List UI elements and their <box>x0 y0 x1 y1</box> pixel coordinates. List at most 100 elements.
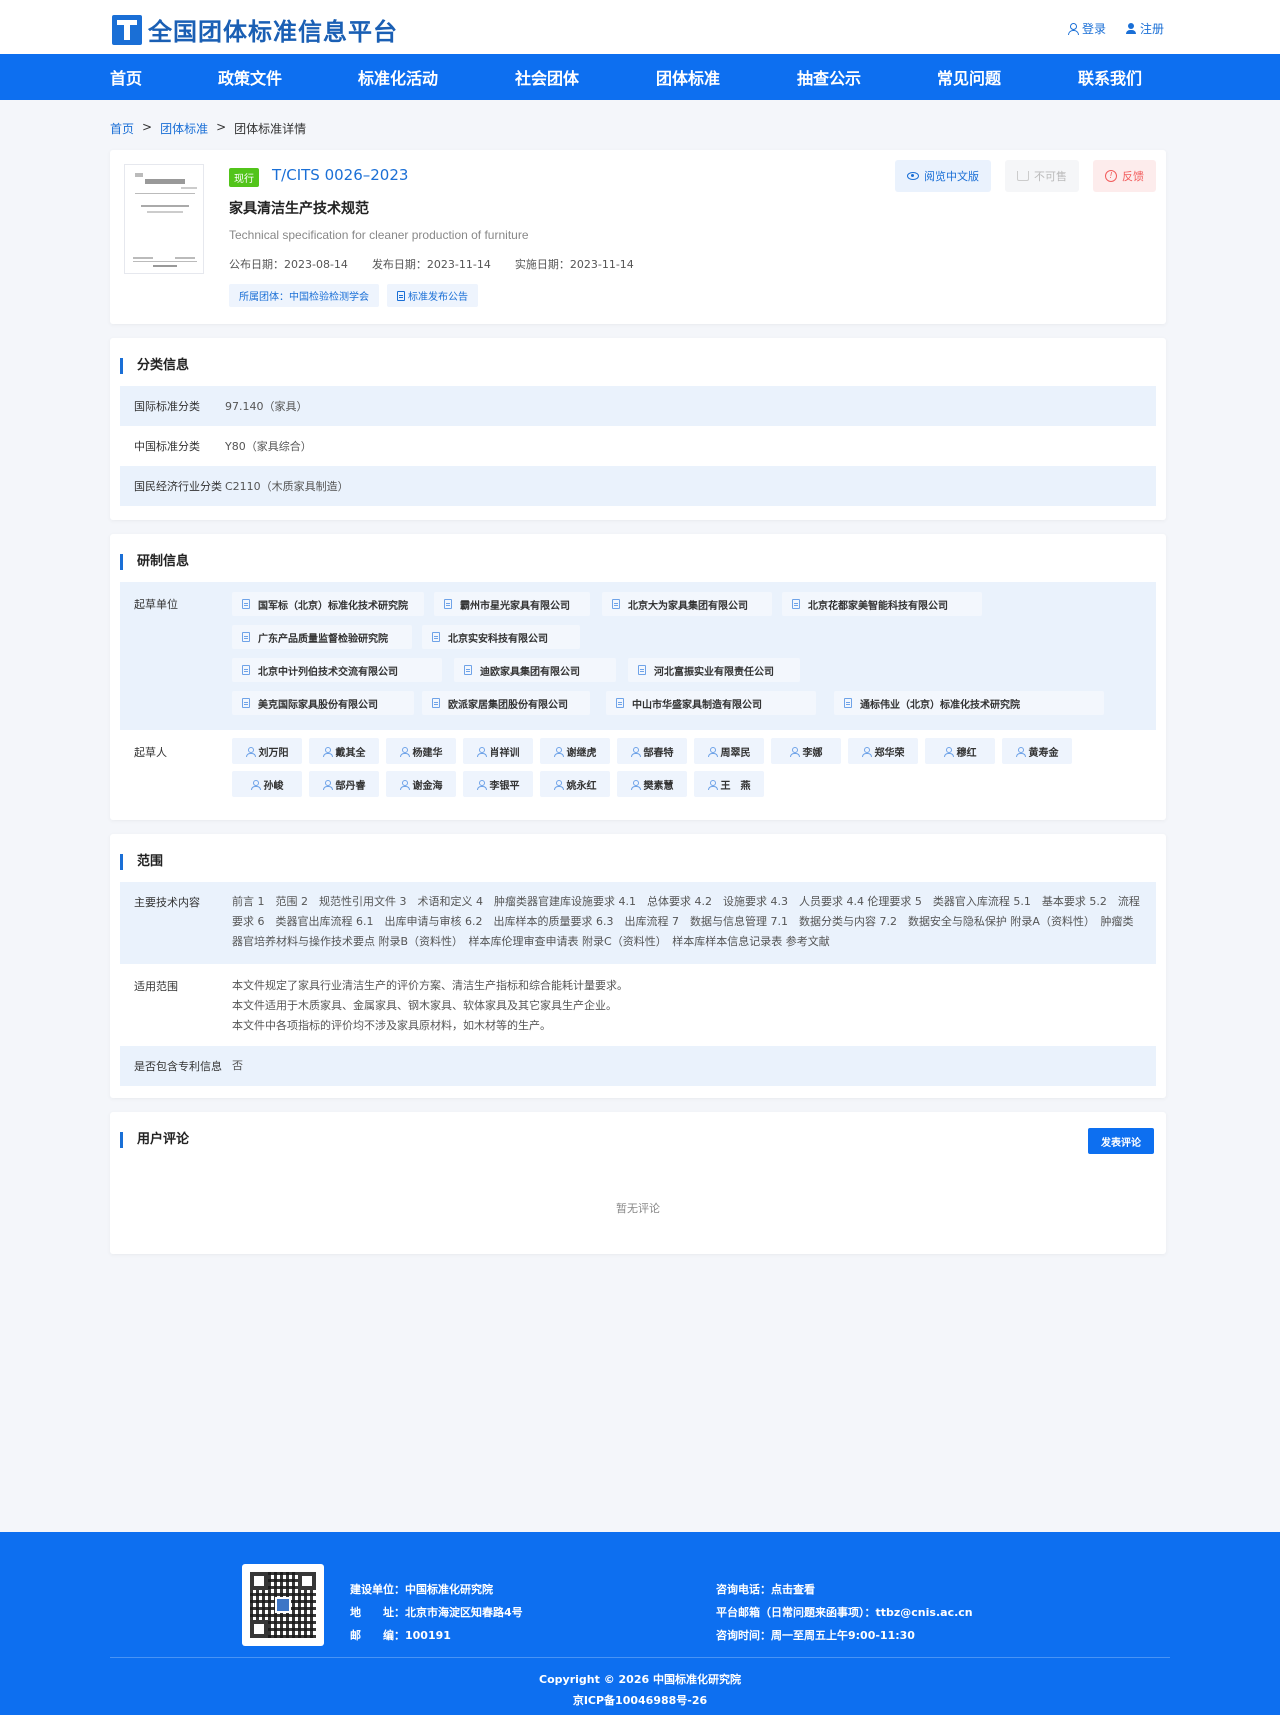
footer-info-left: 建设单位：中国标准化研究院 地 址：北京市海淀区知春路4号 邮 编：100191 <box>350 1578 523 1647</box>
drafting-unit-tag[interactable]: 北京中计列伯技术交流有限公司 <box>232 658 442 682</box>
preview-chinese-button[interactable]: 阅览中文版 <box>895 160 991 192</box>
nav-item-faq[interactable]: 常见问题 <box>937 65 1078 89</box>
drafter-name: 杨建华 <box>412 747 443 759</box>
drafting-unit-tag[interactable]: 北京大为家具集团有限公司 <box>602 592 772 616</box>
drafter-tag[interactable]: 谢继虎 <box>540 738 610 764</box>
breadcrumb-separator: > <box>142 120 153 134</box>
footer-builder: 建设单位：中国标准化研究院 <box>350 1583 493 1596</box>
drafting-unit-name: 欧派家居集团股份有限公司 <box>448 699 568 711</box>
scope-card: 范围 主要技术内容 前言 1 范围 2 规范性引用文件 3 术语和定义 4 肿瘤… <box>110 834 1166 1098</box>
breadcrumb-group-standards[interactable]: 团体标准 <box>160 120 208 137</box>
user-icon <box>250 779 261 790</box>
login-label: 登录 <box>1081 22 1106 36</box>
feedback-label: 反馈 <box>1122 170 1144 183</box>
classification-card: 分类信息 国际标准分类 97.140（家具） 中国标准分类 Y80（家具综合） … <box>110 338 1166 520</box>
drafter-tag[interactable]: 李娜 <box>771 738 841 764</box>
document-icon <box>242 665 250 675</box>
drafter-name: 王 燕 <box>720 780 751 792</box>
register-link[interactable]: 注册 <box>1125 20 1164 37</box>
applicable-scope-label: 适用范围 <box>134 980 178 993</box>
register-label: 注册 <box>1139 22 1164 36</box>
logo-mark-icon <box>112 14 142 45</box>
post-comment-button[interactable]: 发表评论 <box>1088 1128 1154 1154</box>
organization-tag[interactable]: 所属团体：中国检验检测学会 <box>229 284 379 307</box>
patent-row: 是否包含专利信息 否 <box>120 1046 1156 1086</box>
drafter-tag[interactable]: 刘万阳 <box>232 738 302 764</box>
applicable-scope-line: 本文件中各项指标的评价均不涉及家具原材料，如木材等的生产。 <box>232 1019 551 1032</box>
nav-item-spot-check[interactable]: 抽查公示 <box>797 65 937 89</box>
release-notice-tag[interactable]: 标准发布公告 <box>387 284 478 307</box>
section-title-scope: 范围 <box>120 854 163 870</box>
footer-email[interactable]: 平台邮箱（日常问题来函事项）：ttbz@cnis.ac.cn <box>716 1601 973 1624</box>
document-icon <box>616 698 624 708</box>
drafter-tag[interactable]: 樊素慧 <box>617 771 687 797</box>
drafter-tag[interactable]: 郑华荣 <box>848 738 918 764</box>
drafter-tag[interactable]: 杨建华 <box>386 738 456 764</box>
drafter-tag[interactable]: 郜丹睿 <box>309 771 379 797</box>
document-icon <box>844 698 852 708</box>
nav-item-policy[interactable]: 政策文件 <box>218 65 358 89</box>
drafting-unit-tag[interactable]: 霸州市星光家具有限公司 <box>434 592 590 616</box>
auth-links: 登录 注册 <box>1067 20 1164 37</box>
drafter-tag[interactable]: 李银平 <box>463 771 533 797</box>
ccs-value: Y80（家具综合） <box>225 440 312 453</box>
user-icon <box>943 746 954 757</box>
main-content-row: 主要技术内容 前言 1 范围 2 规范性引用文件 3 术语和定义 4 肿瘤类器官… <box>120 882 1156 964</box>
nav-item-contact[interactable]: 联系我们 <box>1078 65 1178 89</box>
footer-address: 地 址：北京市海淀区知春路4号 <box>350 1606 523 1619</box>
drafting-unit-tag[interactable]: 中山市华盛家具制造有限公司 <box>606 691 816 715</box>
drafting-units-label: 起草单位 <box>134 598 178 611</box>
document-icon <box>242 632 250 642</box>
drafter-tag[interactable]: 姚永红 <box>540 771 610 797</box>
icp-text[interactable]: 京ICP备10046988号-26 <box>0 1690 1280 1711</box>
drafting-unit-tag[interactable]: 美克国际家具股份有限公司 <box>232 691 414 715</box>
document-icon <box>397 290 405 301</box>
applicable-scope-line: 本文件规定了家具行业清洁生产的评价方案、清洁生产指标和综合能耗计量要求。 <box>232 979 628 992</box>
drafter-name: 戴其全 <box>335 747 366 759</box>
drafter-tag[interactable]: 孙峻 <box>232 771 302 797</box>
drafter-tag[interactable]: 谢金海 <box>386 771 456 797</box>
drafter-tag[interactable]: 穆红 <box>925 738 995 764</box>
drafting-unit-tag[interactable]: 河北富振实业有限责任公司 <box>628 658 800 682</box>
breadcrumb-home[interactable]: 首页 <box>110 120 134 137</box>
drafting-unit-tag[interactable]: 北京花都家美智能科技有限公司 <box>782 592 982 616</box>
user-solid-icon <box>1125 23 1136 34</box>
user-icon <box>630 779 641 790</box>
drafter-tag[interactable]: 郜春特 <box>617 738 687 764</box>
drafter-name: 姚永红 <box>566 780 597 792</box>
footer-phone[interactable]: 咨询电话：点击查看 <box>716 1578 973 1601</box>
login-link[interactable]: 登录 <box>1067 20 1106 37</box>
drafting-unit-name: 中山市华盛家具制造有限公司 <box>632 699 762 711</box>
not-for-sale-button[interactable]: 不可售 <box>1005 160 1079 192</box>
drafting-unit-tag[interactable]: 北京实安科技有限公司 <box>422 625 580 649</box>
user-icon <box>789 746 800 757</box>
feedback-button[interactable]: ! 反馈 <box>1093 160 1156 192</box>
drafting-unit-tag[interactable]: 欧派家居集团股份有限公司 <box>422 691 590 715</box>
footer-info-right: 咨询电话：点击查看 平台邮箱（日常问题来函事项）：ttbz@cnis.ac.cn… <box>716 1578 973 1647</box>
drafter-tag[interactable]: 周翠民 <box>694 738 764 764</box>
drafters-block: 起草人 刘万阳 戴其全 杨建华 肖祥训 谢继虎 郜春特 周翠民 李娜 郑华荣 穆… <box>120 730 1156 810</box>
drafting-unit-tag[interactable]: 迪欧家具集团有限公司 <box>454 658 616 682</box>
drafter-tag[interactable]: 肖祥训 <box>463 738 533 764</box>
nav-item-group-standards[interactable]: 团体标准 <box>656 65 797 89</box>
standard-title: 家具清洁生产技术规范 <box>229 201 369 217</box>
nav-item-social-groups[interactable]: 社会团体 <box>515 65 656 89</box>
drafting-unit-tag[interactable]: 广东产品质量监督检验研究院 <box>232 625 412 649</box>
drafter-tag[interactable]: 戴其全 <box>309 738 379 764</box>
ics-label: 国际标准分类 <box>134 400 200 413</box>
standard-tags: 所属团体：中国检验检测学会 标准发布公告 <box>229 284 478 307</box>
nav-item-home[interactable]: 首页 <box>110 65 218 89</box>
patent-label: 是否包含专利信息 <box>134 1060 222 1073</box>
drafter-tag[interactable]: 黄寿金 <box>1002 738 1072 764</box>
drafter-tag[interactable]: 王 燕 <box>694 771 764 797</box>
user-icon <box>399 779 410 790</box>
drafting-unit-tag[interactable]: 通标伟业（北京）标准化技术研究院 <box>834 691 1104 715</box>
patent-value: 否 <box>232 1059 243 1072</box>
standard-actions: 阅览中文版 不可售 ! 反馈 <box>895 160 1156 192</box>
site-logo[interactable]: 全国团体标准信息平台 <box>112 12 398 47</box>
nav-item-activities[interactable]: 标准化活动 <box>358 65 515 89</box>
drafting-unit-name: 北京花都家美智能科技有限公司 <box>808 600 948 612</box>
drafting-unit-tag[interactable]: 国军标（北京）标准化技术研究院 <box>232 592 424 616</box>
footer-divider <box>110 1657 1170 1658</box>
standard-cover-thumbnail[interactable] <box>124 164 204 274</box>
